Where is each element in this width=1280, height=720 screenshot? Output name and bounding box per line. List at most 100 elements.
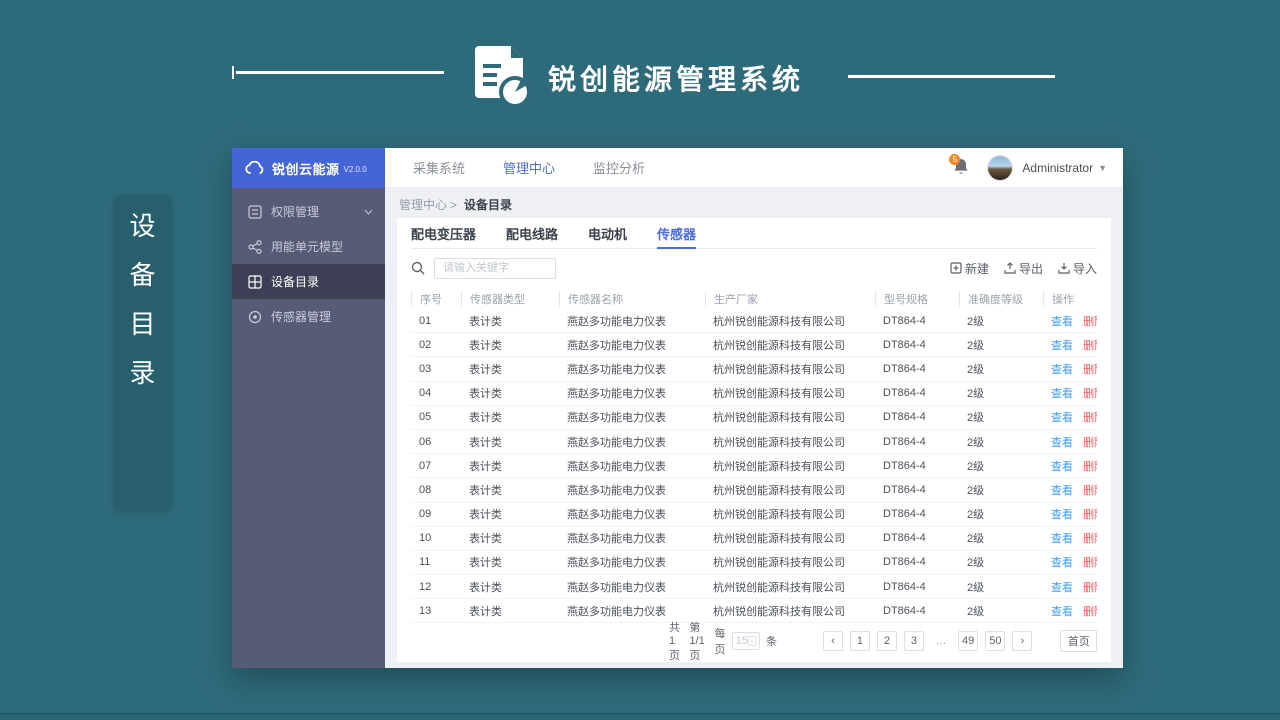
cell-operations: 查看 删除	[1043, 361, 1097, 377]
notification-badge: 5	[949, 153, 961, 165]
cell-sensor-type: 表计类	[469, 363, 502, 376]
username[interactable]: Administrator	[1022, 161, 1093, 175]
cell-model: DT864-4	[883, 459, 926, 472]
new-button[interactable]: 新建	[950, 260, 989, 277]
import-button[interactable]: 导入	[1058, 260, 1097, 277]
cell-no: 01	[419, 314, 432, 327]
view-link[interactable]: 查看	[1051, 340, 1073, 352]
delete-link[interactable]: 删除	[1083, 533, 1097, 545]
new-button-label: 新建	[964, 261, 989, 276]
cell-sensor-name: 燕赵多功能电力仪表	[567, 509, 666, 522]
table-row[interactable]: 03 表计类 燕赵多功能电力仪表 杭州锐创能源科技有限公司 DT864-4 2级…	[411, 357, 1097, 382]
cell-accuracy: 2级	[967, 460, 985, 473]
view-link[interactable]: 查看	[1051, 557, 1073, 569]
cell-no: 02	[419, 338, 432, 351]
view-link[interactable]: 查看	[1051, 582, 1073, 594]
delete-link[interactable]: 删除	[1083, 461, 1097, 473]
cell-sensor-type: 表计类	[469, 412, 502, 425]
user-menu-caret-icon[interactable]: ▼	[1098, 163, 1107, 173]
page-button[interactable]: 2	[876, 631, 897, 651]
table-row[interactable]: 04 表计类 燕赵多功能电力仪表 杭州锐创能源科技有限公司 DT864-4 2级…	[411, 382, 1097, 406]
view-link[interactable]: 查看	[1051, 388, 1073, 400]
cell-no: 08	[419, 483, 432, 496]
page-button[interactable]: 3	[903, 631, 924, 651]
view-link[interactable]: 查看	[1051, 485, 1073, 497]
export-button[interactable]: 导出	[1004, 260, 1043, 277]
prev-page-button[interactable]: ‹	[822, 631, 843, 651]
view-link[interactable]: 查看	[1051, 316, 1073, 328]
search-input[interactable]	[434, 257, 556, 279]
delete-link[interactable]: 删除	[1083, 388, 1097, 400]
cell-sensor-name: 燕赵多功能电力仪表	[567, 339, 666, 352]
cell-accuracy: 2级	[967, 484, 985, 497]
view-link[interactable]: 查看	[1051, 533, 1073, 545]
header-right-line	[848, 75, 1055, 78]
page-button[interactable]: 50	[985, 631, 1006, 651]
total-pages-text: 共1页	[669, 622, 680, 662]
table-row[interactable]: 11 表计类 燕赵多功能电力仪表 杭州锐创能源科技有限公司 DT864-4 2级…	[411, 551, 1097, 576]
view-link[interactable]: 查看	[1051, 461, 1073, 473]
view-link[interactable]: 查看	[1051, 437, 1073, 449]
cell-model: DT864-4	[883, 435, 926, 448]
notification-bell-icon[interactable]: 5	[949, 153, 971, 178]
toolbar-actions: 新建 导出 导入	[950, 260, 1097, 277]
table-row[interactable]: 05 表计类 燕赵多功能电力仪表 杭州锐创能源科技有限公司 DT864-4 2级…	[411, 406, 1097, 430]
cell-sensor-type: 表计类	[469, 339, 502, 352]
view-link[interactable]: 查看	[1051, 412, 1073, 424]
device-catalog-card: 配电变压器 配电线路 电动机 传感器 请输入关键字 新建 导出 导入 序号 传感…	[397, 218, 1111, 662]
breadcrumb-separator: >	[450, 198, 458, 212]
view-link[interactable]: 查看	[1051, 509, 1073, 521]
table-row[interactable]: 06 表计类 燕赵多功能电力仪表 杭州锐创能源科技有限公司 DT864-4 2级…	[411, 430, 1097, 455]
first-page-button[interactable]: 首页	[1060, 630, 1097, 652]
delete-link[interactable]: 删除	[1083, 606, 1097, 618]
sidebar-item-permission-mgmt[interactable]: 权限管理	[232, 194, 385, 229]
cell-sensor-name: 燕赵多功能电力仪表	[567, 605, 666, 618]
table-row[interactable]: 09 表计类 燕赵多功能电力仪表 杭州锐创能源科技有限公司 DT864-4 2级…	[411, 503, 1097, 527]
delete-link[interactable]: 删除	[1083, 437, 1097, 449]
user-avatar[interactable]	[987, 154, 1014, 181]
nav-item-monitoring-analysis[interactable]: 监控分析	[593, 158, 645, 177]
table-row[interactable]: 01 表计类 燕赵多功能电力仪表 杭州锐创能源科技有限公司 DT864-4 2级…	[411, 309, 1097, 334]
next-page-button[interactable]: ›	[1012, 631, 1033, 651]
tab-sensor[interactable]: 传感器	[657, 218, 697, 249]
sidebar-item-energy-unit-model[interactable]: 用能单元模型	[232, 229, 385, 264]
table-row[interactable]: 08 表计类 燕赵多功能电力仪表 杭州锐创能源科技有限公司 DT864-4 2级…	[411, 478, 1097, 503]
nav-item-management-center[interactable]: 管理中心	[503, 158, 555, 177]
tab-motor[interactable]: 电动机	[588, 218, 627, 248]
cell-accuracy: 2级	[967, 605, 985, 618]
cell-sensor-name: 燕赵多功能电力仪表	[567, 412, 666, 425]
table-row[interactable]: 12 表计类 燕赵多功能电力仪表 杭州锐创能源科技有限公司 DT864-4 2级…	[411, 575, 1097, 600]
cell-manufacturer: 杭州锐创能源科技有限公司	[713, 388, 845, 401]
per-page-input[interactable]: 15 ▫	[731, 632, 760, 650]
delete-link[interactable]: 删除	[1083, 316, 1097, 328]
page-button[interactable]: 1	[849, 631, 870, 651]
breadcrumb-parent[interactable]: 管理中心	[399, 198, 447, 212]
delete-link[interactable]: 删除	[1083, 509, 1097, 521]
view-link[interactable]: 查看	[1051, 606, 1073, 618]
table-row[interactable]: 07 表计类 燕赵多功能电力仪表 杭州锐创能源科技有限公司 DT864-4 2级…	[411, 454, 1097, 479]
tab-distribution-line[interactable]: 配电线路	[506, 218, 558, 248]
delete-link[interactable]: 删除	[1083, 485, 1097, 497]
delete-link[interactable]: 删除	[1083, 412, 1097, 424]
view-link[interactable]: 查看	[1051, 364, 1073, 376]
sidebar-item-device-catalog[interactable]: 设备目录	[232, 264, 385, 299]
permission-icon	[248, 204, 262, 219]
delete-link[interactable]: 删除	[1083, 582, 1097, 594]
delete-link[interactable]: 删除	[1083, 364, 1097, 376]
cell-operations: 查看 删除	[1043, 458, 1097, 474]
topnav-right: 5 Administrator ▼	[949, 153, 1107, 181]
cell-sensor-type: 表计类	[469, 460, 502, 473]
tab-distribution-transformer[interactable]: 配电变压器	[411, 218, 476, 248]
cell-no: 05	[419, 411, 432, 424]
cell-sensor-name: 燕赵多功能电力仪表	[567, 557, 666, 570]
sidebar-item-sensor-mgmt[interactable]: 传感器管理	[232, 299, 385, 334]
delete-link[interactable]: 删除	[1083, 340, 1097, 352]
per-page-stepper-icon[interactable]: ▫	[747, 636, 756, 646]
page-button[interactable]: 49	[957, 631, 979, 651]
nav-item-collection-system[interactable]: 采集系统	[413, 158, 465, 177]
cell-model: DT864-4	[883, 580, 926, 593]
delete-link[interactable]: 删除	[1083, 557, 1097, 569]
table-row[interactable]: 02 表计类 燕赵多功能电力仪表 杭州锐创能源科技有限公司 DT864-4 2级…	[411, 333, 1097, 358]
table-row[interactable]: 10 表计类 燕赵多功能电力仪表 杭州锐创能源科技有限公司 DT864-4 2级…	[411, 527, 1097, 551]
cell-no: 13	[419, 604, 432, 617]
